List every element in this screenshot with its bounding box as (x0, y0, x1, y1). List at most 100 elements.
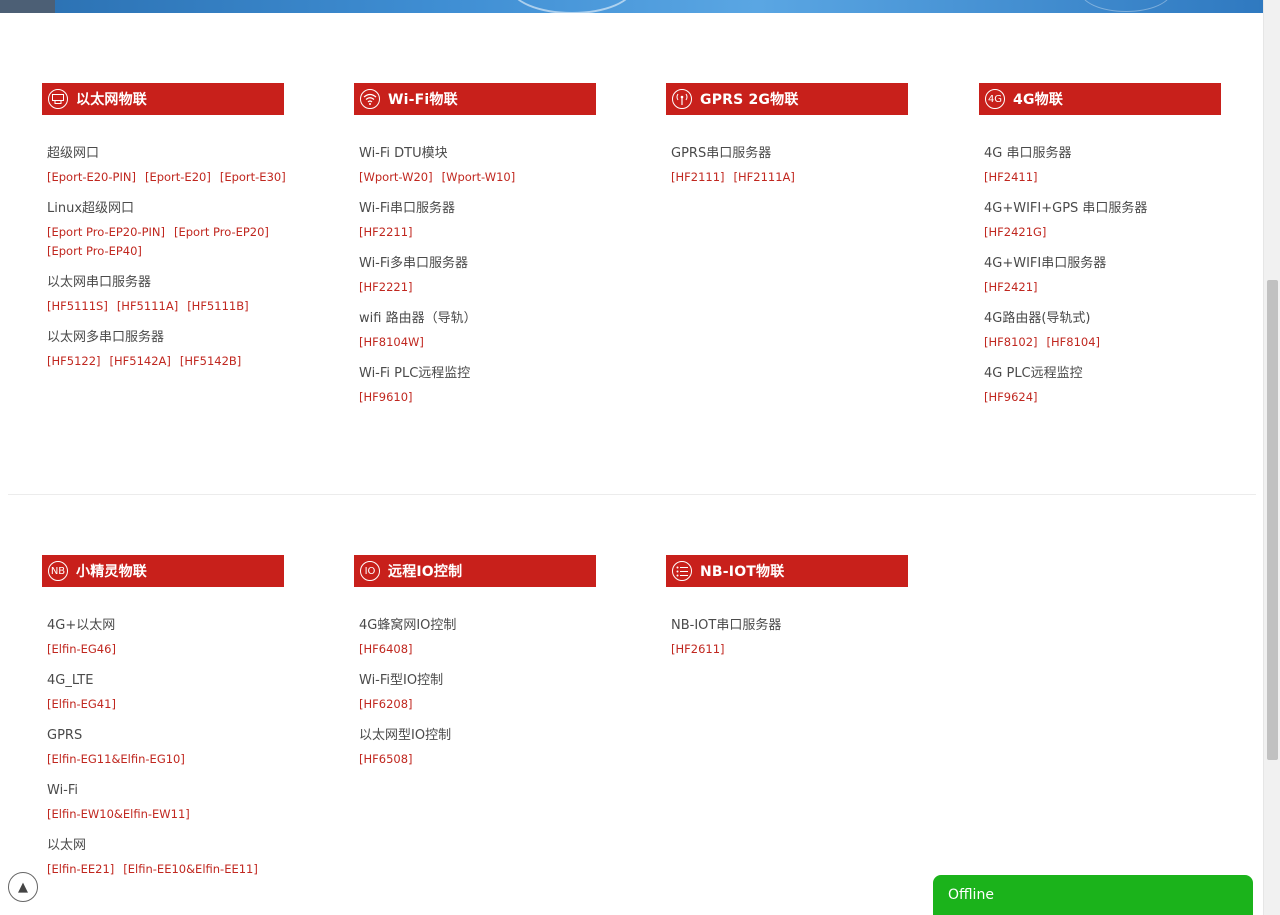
product-item: 4G 串口服务器 [HF2411] (984, 145, 1239, 187)
product-name-link[interactable]: Wi-Fi (47, 782, 302, 799)
model-link[interactable]: [Elfin-EE10&Elfin-EE11] (123, 860, 258, 879)
model-list: [HF5122] [HF5142A] [HF5142B] (47, 352, 302, 371)
io-icon: IO (360, 561, 380, 581)
model-link[interactable]: [HF2211] (359, 223, 413, 242)
category-title: 小精灵物联 (76, 564, 147, 580)
model-link[interactable]: [Elfin-EW10&Elfin-EW11] (47, 805, 190, 824)
product-item: wifi 路由器（导轨） [HF8104W] (359, 310, 614, 352)
product-list: 4G蜂窝网IO控制 [HF6408] Wi-Fi型IO控制 [HF6208] 以太网型I… (354, 617, 614, 769)
product-item: Wi-Fi串口服务器 [HF2211] (359, 200, 614, 242)
category-column: NB 小精灵物联 4G+以太网 [Elfin-EG46] 4G_LTE [Elfin-EG… (42, 555, 302, 892)
category-header[interactable]: GPRS 2G物联 (666, 83, 908, 115)
product-name-link[interactable]: 以太网串口服务器 (47, 274, 302, 291)
model-link[interactable]: [HF8104W] (359, 333, 424, 352)
model-link[interactable]: [HF2421G] (984, 223, 1046, 242)
model-link[interactable]: [HF2421] (984, 278, 1038, 297)
model-link[interactable]: [Eport Pro-EP20-PIN] (47, 223, 165, 242)
product-name-link[interactable]: 以太网多串口服务器 (47, 329, 302, 346)
model-list: [HF9624] (984, 388, 1239, 407)
model-link[interactable]: [Elfin-EE21] (47, 860, 114, 879)
product-name-link[interactable]: 以太网型IO控制 (359, 727, 614, 744)
model-link[interactable]: [Elfin-EG41] (47, 695, 116, 714)
model-list: [HF2211] (359, 223, 614, 242)
product-item: Wi-Fi DTU模块 [Wport-W20] [Wport-W10] (359, 145, 614, 187)
model-link[interactable]: [HF5111A] (117, 297, 178, 316)
category-header[interactable]: IO 远程IO控制 (354, 555, 596, 587)
chat-widget-bar[interactable]: Offline (933, 875, 1253, 915)
category-title: 以太网物联 (76, 92, 147, 108)
product-item: 4G+以太网 [Elfin-EG46] (47, 617, 302, 659)
product-list: GPRS串口服务器 [HF2111] [HF2111A] (666, 145, 926, 187)
model-link[interactable]: [Eport-E30] (220, 168, 286, 187)
product-name-link[interactable]: 以太网 (47, 837, 302, 854)
product-name-link[interactable]: 超级网口 (47, 145, 302, 162)
model-list: [Eport Pro-EP20-PIN] [Eport Pro-EP20] [Epo… (47, 223, 302, 261)
product-name-link[interactable]: NB-IOT串口服务器 (671, 617, 926, 634)
model-link[interactable]: [Elfin-EG11&Elfin-EG10] (47, 750, 185, 769)
model-link[interactable]: [HF2411] (984, 168, 1038, 187)
model-link[interactable]: [HF6508] (359, 750, 413, 769)
category-header[interactable]: Wi-Fi物联 (354, 83, 596, 115)
product-name-link[interactable]: Wi-Fi PLC远程监控 (359, 365, 614, 382)
product-name-link[interactable]: 4G蜂窝网IO控制 (359, 617, 614, 634)
top-banner (0, 0, 1263, 13)
product-name-link[interactable]: 4G+WIFI+GPS 串口服务器 (984, 200, 1239, 217)
model-link[interactable]: [HF9624] (984, 388, 1038, 407)
product-name-link[interactable]: wifi 路由器（导轨） (359, 310, 614, 327)
model-link[interactable]: [Wport-W10] (442, 168, 516, 187)
product-name-link[interactable]: Wi-Fi DTU模块 (359, 145, 614, 162)
model-link[interactable]: [HF8104] (1047, 333, 1101, 352)
model-list: [HF2611] (671, 640, 926, 659)
model-link[interactable]: [Elfin-EG46] (47, 640, 116, 659)
product-item: 以太网串口服务器 [HF5111S] [HF5111A] [HF5111B] (47, 274, 302, 316)
model-link[interactable]: [HF6408] (359, 640, 413, 659)
model-link[interactable]: [HF5111S] (47, 297, 108, 316)
product-name-link[interactable]: 4G路由器(导轨式) (984, 310, 1239, 327)
product-name-link[interactable]: 4G PLC远程监控 (984, 365, 1239, 382)
model-list: [HF2421G] (984, 223, 1239, 242)
product-name-link[interactable]: Wi-Fi型IO控制 (359, 672, 614, 689)
product-name-link[interactable]: Linux超级网口 (47, 200, 302, 217)
banner-decoration (1080, 0, 1172, 12)
model-link[interactable]: [HF2111] (671, 168, 725, 187)
product-item: 以太网多串口服务器 [HF5122] [HF5142A] [HF5142B] (47, 329, 302, 371)
model-link[interactable]: [Eport-E20-PIN] (47, 168, 136, 187)
model-link[interactable]: [Wport-W20] (359, 168, 433, 187)
model-link[interactable]: [HF8102] (984, 333, 1038, 352)
category-header[interactable]: 4G 4G物联 (979, 83, 1221, 115)
product-list: Wi-Fi DTU模块 [Wport-W20] [Wport-W10] Wi-Fi串口… (354, 145, 614, 407)
model-list: [Elfin-EE21] [Elfin-EE10&Elfin-EE11] (47, 860, 302, 879)
model-link[interactable]: [HF5142B] (180, 352, 241, 371)
product-name-link[interactable]: GPRS (47, 727, 302, 744)
category-column: IO 远程IO控制 4G蜂窝网IO控制 [HF6408] Wi-Fi型IO控制 [HF62… (354, 555, 614, 782)
model-link[interactable]: [HF6208] (359, 695, 413, 714)
scrollbar-thumb[interactable] (1267, 280, 1278, 760)
product-name-link[interactable]: Wi-Fi多串口服务器 (359, 255, 614, 272)
product-name-link[interactable]: GPRS串口服务器 (671, 145, 926, 162)
category-column: 4G 4G物联 4G 串口服务器 [HF2411] 4G+WIFI+GPS 串口服务器 [… (979, 83, 1239, 420)
category-header[interactable]: NB-IOT物联 (666, 555, 908, 587)
model-link[interactable]: [HF5111B] (187, 297, 248, 316)
back-to-top-button[interactable]: ▲ (8, 872, 38, 902)
product-name-link[interactable]: 4G+以太网 (47, 617, 302, 634)
model-link[interactable]: [HF5122] (47, 352, 101, 371)
model-link[interactable]: [HF2111A] (734, 168, 795, 187)
model-link[interactable]: [HF9610] (359, 388, 413, 407)
category-header[interactable]: 以太网物联 (42, 83, 284, 115)
product-name-link[interactable]: Wi-Fi串口服务器 (359, 200, 614, 217)
product-name-link[interactable]: 4G_LTE (47, 672, 302, 689)
vertical-scrollbar[interactable] (1263, 0, 1280, 915)
model-link[interactable]: [HF5142A] (110, 352, 171, 371)
product-item: 以太网 [Elfin-EE21] [Elfin-EE10&Elfin-EE11] (47, 837, 302, 879)
antenna-icon (672, 89, 692, 109)
model-link[interactable]: [HF2221] (359, 278, 413, 297)
model-link[interactable]: [HF2611] (671, 640, 725, 659)
product-name-link[interactable]: 4G 串口服务器 (984, 145, 1239, 162)
product-name-link[interactable]: 4G+WIFI串口服务器 (984, 255, 1239, 272)
category-header[interactable]: NB 小精灵物联 (42, 555, 284, 587)
model-link[interactable]: [Eport Pro-EP40] (47, 242, 142, 261)
category-title: NB-IOT物联 (700, 564, 785, 580)
model-link[interactable]: [Eport Pro-EP20] (174, 223, 269, 242)
model-link[interactable]: [Eport-E20] (145, 168, 211, 187)
product-item: 4G PLC远程监控 [HF9624] (984, 365, 1239, 407)
